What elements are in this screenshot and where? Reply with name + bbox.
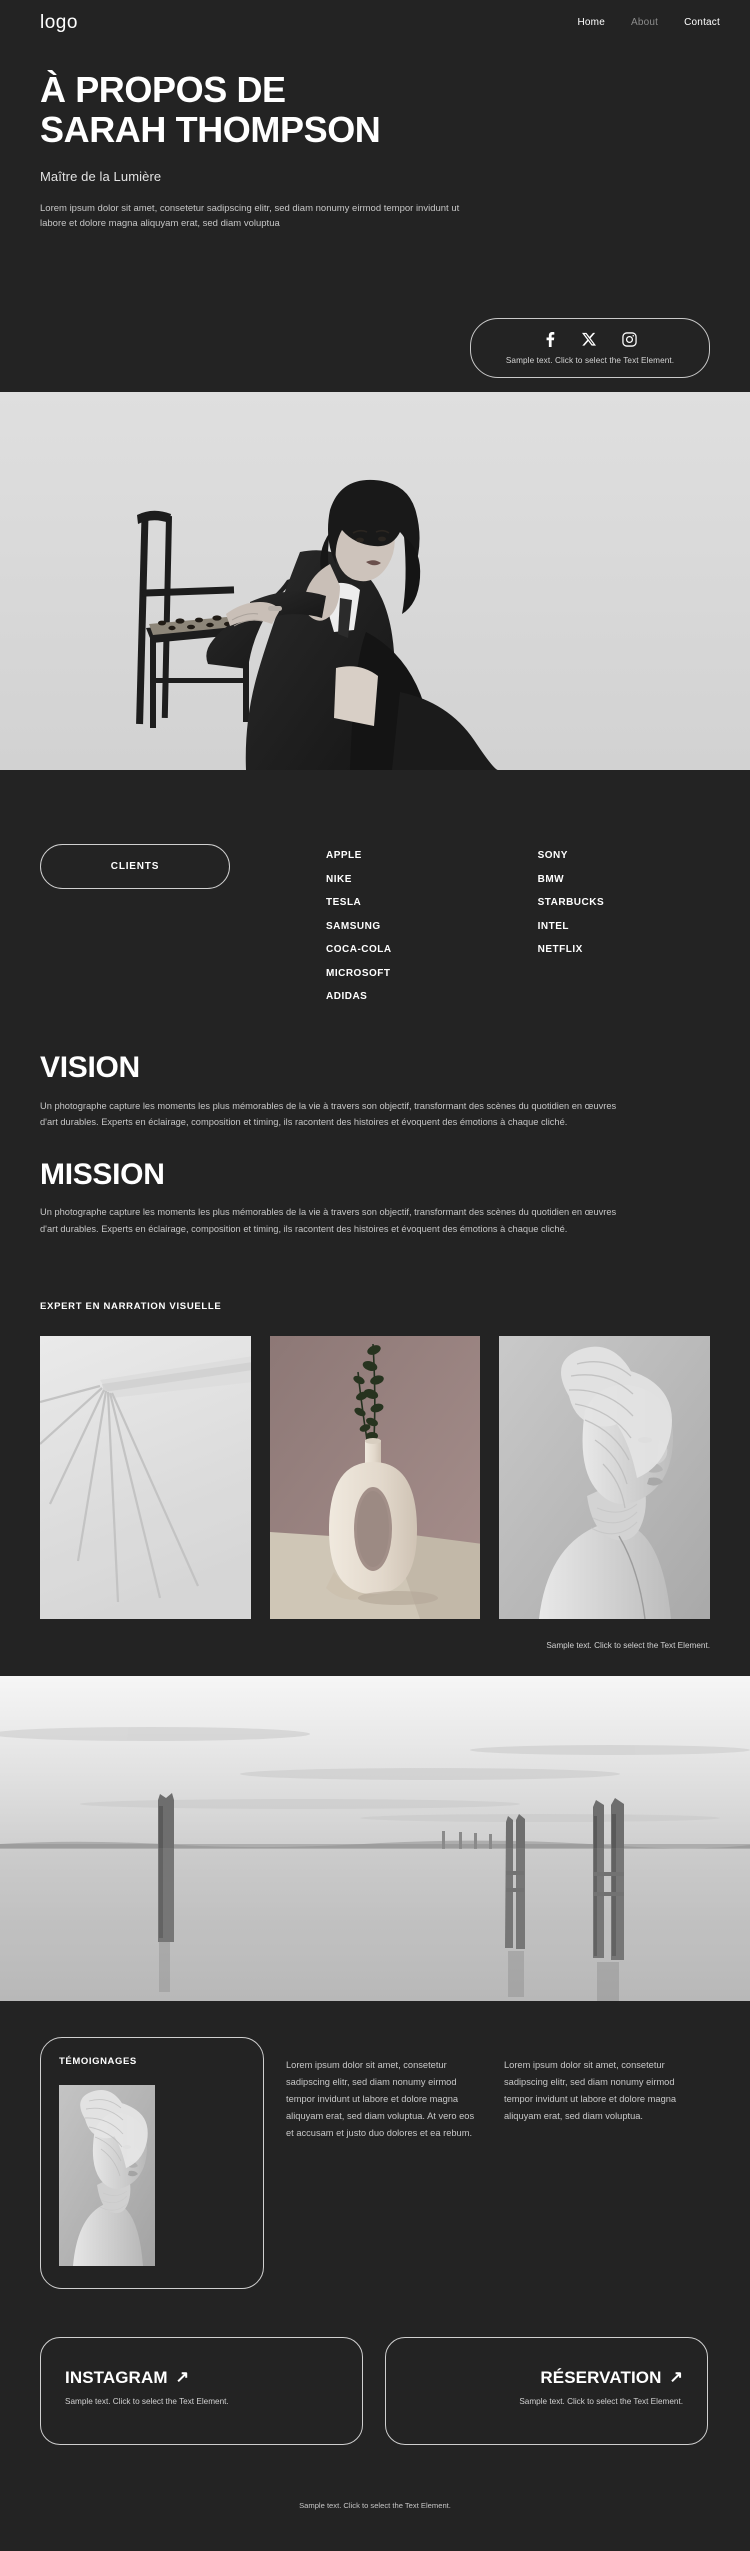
client-item[interactable]: TESLA	[326, 897, 392, 908]
x-twitter-icon[interactable]	[582, 332, 596, 347]
statement-vision: VISION Un photographe capture les moment…	[40, 1052, 710, 1131]
page-title: À PROPOS DE SARAH THOMPSON	[40, 69, 600, 151]
hero-title-line-1: À PROPOS DE	[40, 69, 286, 110]
cta-title: INSTAGRAM ↗	[65, 2368, 338, 2388]
cta-section: INSTAGRAM ↗ Sample text. Click to select…	[0, 2323, 750, 2446]
instagram-icon[interactable]	[622, 332, 637, 347]
testimonials-photo	[59, 2085, 155, 2267]
testimonial-text-1: Lorem ipsum dolor sit amet, consetetur s…	[286, 2060, 475, 2138]
cta-subtitle: Sample text. Click to select the Text El…	[65, 2397, 229, 2407]
site-logo[interactable]: logo	[40, 13, 78, 32]
client-item[interactable]: NETFLIX	[538, 944, 605, 955]
cta-subtitle: Sample text. Click to select the Text El…	[519, 2397, 683, 2407]
site-header: logo Home About Contact	[0, 0, 750, 44]
portrait-image	[0, 392, 750, 770]
statements-section: VISION Un photographe capture les moment…	[0, 1042, 750, 1296]
statement-mission: MISSION Un photographe capture les momen…	[40, 1159, 710, 1238]
client-item[interactable]: SONY	[538, 850, 605, 861]
gallery-label: EXPERT EN NARRATION VISUELLE	[40, 1301, 222, 1313]
testimonial-text-2: Lorem ipsum dolor sit amet, consetetur s…	[504, 2060, 677, 2121]
testimonials-title: TÉMOIGNAGES	[59, 2056, 137, 2068]
cta-card-reservation[interactable]: RÉSERVATION ↗ Sample text. Click to sele…	[385, 2337, 708, 2446]
page-root: logo Home About Contact À PROPOS DE SARA…	[0, 0, 750, 2545]
client-item[interactable]: APPLE	[326, 850, 392, 861]
testimonials-card: TÉMOIGNAGES	[40, 2037, 264, 2290]
nav-link-about[interactable]: About	[631, 17, 658, 28]
arrow-up-right-icon: ↗	[175, 2369, 190, 2387]
nav-link-contact[interactable]: Contact	[684, 17, 720, 28]
client-item[interactable]: INTEL	[538, 921, 605, 932]
client-item[interactable]: MICROSOFT	[326, 968, 392, 979]
clients-column-left: APPLE NIKE TESLA SAMSUNG COCA-COLA MICRO…	[326, 850, 392, 1002]
gallery-image-sculpture[interactable]	[499, 1336, 711, 1620]
cta-title-text: INSTAGRAM	[65, 2368, 168, 2388]
client-item[interactable]: COCA-COLA	[326, 944, 392, 955]
gallery-image-vase[interactable]	[269, 1336, 481, 1620]
hero-section: À PROPOS DE SARAH THOMPSON Maître de la …	[0, 44, 750, 392]
gallery-caption: Sample text. Click to select the Text El…	[546, 1641, 710, 1651]
clients-pill-button[interactable]: CLIENTS	[40, 844, 230, 889]
testimonials-section: TÉMOIGNAGES Lorem ipsum dolor sit amet, …	[0, 2001, 750, 2324]
cta-title: RÉSERVATION ↗	[410, 2368, 683, 2388]
facebook-icon[interactable]	[543, 332, 556, 347]
social-card-caption: Sample text. Click to select the Text El…	[505, 356, 675, 365]
client-item[interactable]: SAMSUNG	[326, 921, 392, 932]
cta-card-instagram[interactable]: INSTAGRAM ↗ Sample text. Click to select…	[40, 2337, 363, 2446]
gallery-section: EXPERT EN NARRATION VISUELLE Sample text…	[0, 1295, 750, 1677]
hero-description: Lorem ipsum dolor sit amet, consetetur s…	[40, 202, 460, 229]
cta-title-text: RÉSERVATION	[540, 2368, 662, 2388]
landscape-image	[0, 1676, 750, 2002]
arrow-up-right-icon: ↗	[669, 2369, 683, 2387]
main-navigation: Home About Contact	[578, 17, 721, 28]
clients-columns: APPLE NIKE TESLA SAMSUNG COCA-COLA MICRO…	[326, 814, 604, 1002]
client-item[interactable]: BMW	[538, 874, 605, 885]
social-links-card: Sample text. Click to select the Text El…	[470, 318, 710, 378]
clients-section: CLIENTS APPLE NIKE TESLA SAMSUNG COCA-CO…	[0, 770, 750, 1042]
statement-title: VISION	[40, 1051, 140, 1084]
statement-title: MISSION	[40, 1157, 165, 1191]
site-footer: Sample text. Click to select the Text El…	[0, 2445, 750, 2545]
footer-text: Sample text. Click to select the Text El…	[299, 2501, 451, 2511]
client-item[interactable]: STARBUCKS	[538, 897, 605, 908]
statement-body: Un photographe capture les moments les p…	[40, 1207, 617, 1234]
statement-body: Un photographe capture les moments les p…	[40, 1100, 617, 1128]
hero-title-line-2: SARAH THOMPSON	[40, 109, 381, 151]
hero-subtitle: Maître de la Lumière	[40, 168, 162, 184]
client-item[interactable]: ADIDAS	[326, 991, 392, 1002]
gallery-image-architecture[interactable]	[40, 1336, 251, 1620]
nav-link-home[interactable]: Home	[578, 17, 605, 28]
gallery-row	[40, 1336, 711, 1620]
social-icons-row	[487, 332, 693, 347]
clients-column-right: SONY BMW STARBUCKS INTEL NETFLIX	[538, 850, 605, 1002]
client-item[interactable]: NIKE	[326, 874, 392, 885]
